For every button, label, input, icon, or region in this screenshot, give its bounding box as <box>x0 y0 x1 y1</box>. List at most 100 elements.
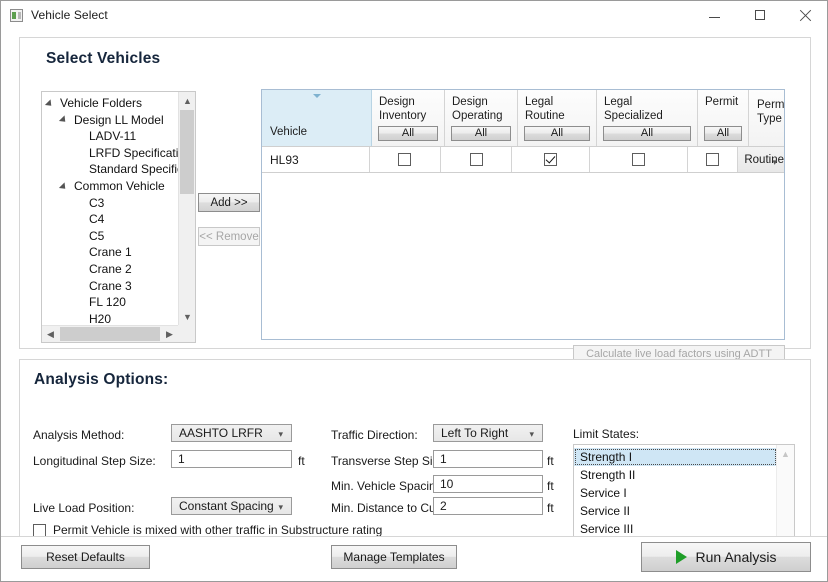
grid-cell-permit_type[interactable]: Routine▾ <box>738 147 784 172</box>
transverse-step-unit: ft <box>547 454 554 468</box>
min-vehicle-spacing-input[interactable]: 10 <box>433 475 543 493</box>
scroll-left-icon[interactable]: ◀ <box>42 326 59 343</box>
limit-state-item[interactable]: Strength II <box>574 466 777 484</box>
tree-item[interactable]: C5 <box>42 228 178 245</box>
longitudinal-step-input[interactable]: 1 <box>171 450 292 468</box>
traffic-direction-value: Left To Right <box>441 426 508 440</box>
grid-cell-design_inventory[interactable] <box>370 147 441 172</box>
hscroll-thumb[interactable] <box>60 327 160 341</box>
tree-item[interactable]: Crane 2 <box>42 261 178 278</box>
legal_routine-checkbox[interactable] <box>544 153 557 166</box>
scroll-up-icon[interactable]: ▲ <box>179 92 196 109</box>
grid-cell-permit[interactable] <box>688 147 738 172</box>
grid-header-design_inventory[interactable]: Design Inventory All <box>372 90 445 146</box>
traffic-direction-label: Traffic Direction: <box>331 428 418 442</box>
expander-icon[interactable] <box>61 115 70 124</box>
footer-bar: Reset Defaults Manage Templates Run Anal… <box>1 536 827 581</box>
remove-vehicle-button[interactable]: << Remove <box>198 227 260 246</box>
transverse-step-label: Transverse Step Size: <box>331 454 449 468</box>
tree-item[interactable]: LADV-11 <box>42 128 178 145</box>
vehicle-grid[interactable]: VehicleDesign InventoryAllDesign Operati… <box>261 89 785 340</box>
limit-state-item[interactable]: Strength I <box>574 448 777 466</box>
tree-item[interactable]: Vehicle Folders <box>42 95 178 112</box>
tree-item[interactable]: C4 <box>42 211 178 228</box>
permit-type-dropdown[interactable]: Routine▾ <box>738 147 784 172</box>
legal_specialized-checkbox[interactable] <box>632 153 645 166</box>
select-all-design_operating-button[interactable]: All <box>451 126 511 141</box>
scroll-right-icon[interactable]: ▶ <box>161 326 178 343</box>
tree-item[interactable]: FL 120 <box>42 294 178 311</box>
select-all-design_inventory-button[interactable]: All <box>378 126 438 141</box>
tree-item-label: Standard Specifica <box>89 161 178 178</box>
scroll-up-icon[interactable]: ▲ <box>777 445 794 462</box>
grid-header-vehicle[interactable]: Vehicle <box>262 90 372 146</box>
live-load-position-dropdown[interactable]: Constant Spacing ▾ <box>171 497 292 515</box>
tree-item-label: FL 120 <box>89 294 126 311</box>
tree-item[interactable]: Standard Specifica <box>42 161 178 178</box>
grid-cell-legal_specialized[interactable] <box>590 147 689 172</box>
tree-item[interactable]: H20 <box>42 311 178 325</box>
expander-icon[interactable] <box>47 99 56 108</box>
min-distance-curb-label: Min. Distance to Curb: <box>331 501 450 515</box>
grid-header-legal_specialized[interactable]: Legal SpecializedAll <box>597 90 698 146</box>
permit-mixed-checkbox[interactable] <box>33 524 46 537</box>
chevron-down-icon: ▾ <box>278 430 283 439</box>
select-all-permit-button[interactable]: All <box>704 126 742 141</box>
tree-item[interactable]: Crane 3 <box>42 278 178 295</box>
add-vehicle-button[interactable]: Add >> <box>198 193 260 212</box>
min-distance-curb-input[interactable]: 2 <box>433 497 543 515</box>
design_operating-checkbox[interactable] <box>470 153 483 166</box>
tree-item-label: Design LL Model <box>74 112 164 129</box>
limit-state-item[interactable]: Service I <box>574 484 777 502</box>
scroll-down-icon[interactable]: ▼ <box>179 308 196 325</box>
window-title: Vehicle Select <box>31 8 108 22</box>
live-load-position-value: Constant Spacing <box>179 499 274 513</box>
expander-icon[interactable] <box>61 182 70 191</box>
limit-state-item[interactable]: Service II <box>574 502 777 520</box>
play-icon <box>676 550 687 564</box>
close-icon[interactable] <box>782 1 827 29</box>
grid-header-permit_type[interactable]: Permit Type <box>749 90 784 146</box>
grid-header-legal_routine[interactable]: Legal Routine All <box>518 90 597 146</box>
tree-item[interactable]: C3 <box>42 195 178 212</box>
maximize-icon[interactable] <box>737 1 782 29</box>
run-analysis-button[interactable]: Run Analysis <box>641 542 811 572</box>
grid-cell-design_operating[interactable] <box>441 147 512 172</box>
chevron-down-icon: ▾ <box>772 158 777 167</box>
analysis-method-dropdown[interactable]: AASHTO LRFR ▾ <box>171 424 292 442</box>
vehicle-tree-vscrollbar[interactable]: ▲ ▼ <box>178 92 195 325</box>
grid-header-label: Legal Routine <box>525 96 565 122</box>
grid-cell-vehicle: HL93 <box>262 147 370 172</box>
minimize-icon[interactable] <box>692 1 737 29</box>
grid-cell-legal_routine[interactable] <box>512 147 589 172</box>
grid-header-label: Design Inventory <box>379 96 426 122</box>
reset-defaults-button[interactable]: Reset Defaults <box>21 545 150 569</box>
permit-mixed-checkbox-row[interactable]: Permit Vehicle is mixed with other traff… <box>33 523 382 537</box>
select-all-legal_routine-button[interactable]: All <box>524 126 590 141</box>
grid-header-label: Permit <box>705 96 738 108</box>
transverse-step-input[interactable]: 1 <box>433 450 543 468</box>
tree-item[interactable]: LRFD Specification <box>42 145 178 162</box>
manage-templates-button[interactable]: Manage Templates <box>331 545 457 569</box>
min-vehicle-spacing-label: Min. Vehicle Spacing: <box>331 479 446 493</box>
grid-header-permit[interactable]: Permit All <box>698 90 749 146</box>
traffic-direction-dropdown[interactable]: Left To Right ▾ <box>433 424 543 442</box>
permit-checkbox[interactable] <box>706 153 719 166</box>
tree-item[interactable]: Design LL Model <box>42 112 178 129</box>
vehicle-tree-hscrollbar[interactable]: ◀ ▶ <box>42 325 178 342</box>
grid-header-design_operating[interactable]: Design OperatingAll <box>445 90 518 146</box>
run-analysis-label: Run Analysis <box>696 549 777 565</box>
grid-row[interactable]: HL93 Routine▾ <box>262 147 784 173</box>
tree-item[interactable]: Common Vehicle <box>42 178 178 195</box>
select-all-legal_specialized-button[interactable]: All <box>603 126 691 141</box>
tree-item-label: C5 <box>89 228 104 245</box>
vehicle-tree-items[interactable]: Vehicle FoldersDesign LL ModelLADV-11LRF… <box>42 92 178 325</box>
vscroll-thumb[interactable] <box>180 110 194 194</box>
tree-item-label: C4 <box>89 211 104 228</box>
tree-item[interactable]: Crane 1 <box>42 244 178 261</box>
window-content: Select Vehicles Vehicle FoldersDesign LL… <box>1 29 827 536</box>
longitudinal-step-label: Longitudinal Step Size: <box>33 454 156 468</box>
chevron-down-icon: ▾ <box>529 430 534 439</box>
vehicle-tree[interactable]: Vehicle FoldersDesign LL ModelLADV-11LRF… <box>41 91 196 343</box>
design_inventory-checkbox[interactable] <box>398 153 411 166</box>
